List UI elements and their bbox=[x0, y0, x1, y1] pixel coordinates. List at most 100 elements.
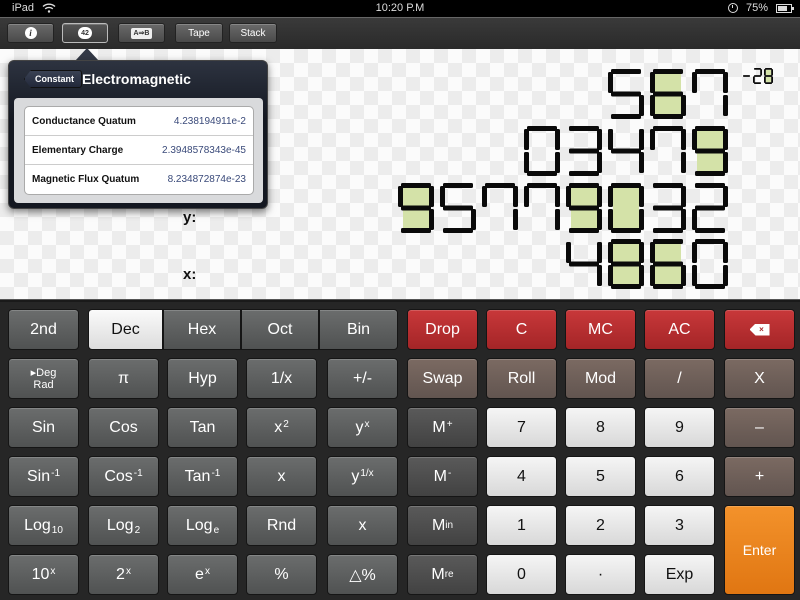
battery-fill bbox=[778, 5, 787, 11]
status-bar: iPad 10:20 P.M 75% bbox=[0, 0, 800, 17]
segment-c bbox=[471, 209, 476, 230]
digit-7-key[interactable]: 7 bbox=[486, 407, 557, 448]
digit-highlight bbox=[613, 188, 639, 228]
tan-key[interactable]: Tan bbox=[167, 407, 238, 448]
arctan-key[interactable]: Tan -1 bbox=[167, 456, 238, 497]
ln-key[interactable]: Log e bbox=[167, 505, 238, 546]
backspace-key[interactable]: × bbox=[724, 309, 795, 350]
hex-mode-key[interactable]: Hex bbox=[163, 309, 241, 350]
memory-plus-key[interactable]: M + bbox=[407, 407, 478, 448]
log10-key[interactable]: Log 10 bbox=[8, 505, 79, 546]
two-power-key[interactable]: 2x bbox=[88, 554, 159, 595]
segment-c bbox=[597, 152, 602, 173]
constant-row[interactable]: Magnetic Flux Quatum 8.234872874e-23 bbox=[25, 165, 253, 194]
x-key[interactable]: x bbox=[246, 456, 317, 497]
segment-b bbox=[555, 129, 560, 150]
exponent-entry-key[interactable]: Exp bbox=[644, 554, 715, 595]
enter-key[interactable]: Enter bbox=[724, 505, 795, 595]
memory-minus-key[interactable]: M- bbox=[407, 456, 478, 497]
stack-button[interactable]: Stack bbox=[229, 23, 277, 43]
segment-g bbox=[695, 148, 725, 154]
clear-key[interactable]: C bbox=[486, 309, 557, 350]
segment-c bbox=[681, 152, 686, 173]
constant-name: Elementary Charge bbox=[32, 144, 124, 156]
memory-in-key[interactable]: Min bbox=[407, 505, 478, 546]
segment-d bbox=[653, 284, 683, 289]
constants-button[interactable]: 42 bbox=[62, 23, 108, 43]
constant-name: Magnetic Flux Quatum bbox=[32, 174, 140, 185]
reciprocal-key[interactable]: 1/x bbox=[246, 358, 317, 399]
multiply-key[interactable]: X bbox=[724, 358, 795, 399]
memory-recall-key[interactable]: Mre bbox=[407, 554, 478, 595]
back-to-constant-button[interactable]: Constant bbox=[24, 70, 82, 88]
ten-power-key[interactable]: 10 x bbox=[8, 554, 79, 595]
segment-d bbox=[695, 171, 725, 176]
digit-6-key[interactable]: 6 bbox=[644, 456, 715, 497]
all-clear-key[interactable]: AC bbox=[644, 309, 715, 350]
arccos-key[interactable]: Cos -1 bbox=[88, 456, 159, 497]
digit-2-key[interactable]: 2 bbox=[565, 505, 636, 546]
oct-mode-key[interactable]: Oct bbox=[241, 309, 319, 350]
segment-d bbox=[754, 82, 761, 84]
second-function-key[interactable]: 2nd bbox=[8, 309, 79, 350]
segment-d bbox=[695, 284, 725, 289]
segment-d bbox=[765, 82, 772, 84]
segment-b bbox=[639, 242, 644, 263]
pi-key[interactable]: π bbox=[88, 358, 159, 399]
log2-key[interactable]: Log 2 bbox=[88, 505, 159, 546]
backspace-icon: × bbox=[749, 323, 770, 336]
deg-rad-toggle-key[interactable]: ▸Deg Rad bbox=[8, 358, 79, 399]
divide-key[interactable]: / bbox=[644, 358, 715, 399]
add-key[interactable]: + bbox=[724, 456, 795, 497]
arccos-exponent: -1 bbox=[133, 468, 143, 479]
root-key[interactable]: y 1/x bbox=[327, 456, 398, 497]
swap-key[interactable]: Swap bbox=[407, 358, 478, 399]
bin-mode-key[interactable]: Bin bbox=[319, 309, 398, 350]
mod-key[interactable]: Mod bbox=[565, 358, 636, 399]
segment-c bbox=[639, 265, 644, 286]
digit-0-key[interactable]: 0 bbox=[486, 554, 557, 595]
memory-clear-key[interactable]: MC bbox=[565, 309, 636, 350]
x-function-key[interactable]: x bbox=[327, 505, 398, 546]
square-key[interactable]: x2 bbox=[246, 407, 317, 448]
lcd-digit bbox=[692, 126, 728, 176]
arcsin-exponent: -1 bbox=[51, 468, 61, 479]
subtract-key[interactable]: – bbox=[724, 407, 795, 448]
exp-power-key[interactable]: ex bbox=[167, 554, 238, 595]
cos-key[interactable]: Cos bbox=[88, 407, 159, 448]
digit-8-key[interactable]: 8 bbox=[565, 407, 636, 448]
two-power-exponent: x bbox=[125, 566, 131, 577]
digit-1-key[interactable]: 1 bbox=[486, 505, 557, 546]
tape-button[interactable]: Tape bbox=[175, 23, 223, 43]
decimal-point-key[interactable]: · bbox=[565, 554, 636, 595]
segment-g bbox=[569, 261, 599, 267]
constant-row[interactable]: Conductance Quatum 4.238194911e-2 bbox=[25, 107, 253, 136]
dec-mode-key[interactable]: Dec bbox=[88, 309, 163, 350]
percent-key[interactable]: % bbox=[246, 554, 317, 595]
random-key[interactable]: Rnd bbox=[246, 505, 317, 546]
segment-f bbox=[692, 242, 697, 263]
digit-4-key[interactable]: 4 bbox=[486, 456, 557, 497]
digit-3-key[interactable]: 3 bbox=[644, 505, 715, 546]
delta-percent-key[interactable]: △% bbox=[327, 554, 398, 595]
segment-c bbox=[723, 265, 728, 286]
constant-row[interactable]: Elementary Charge 2.3948578343e-45 bbox=[25, 136, 253, 165]
sin-key[interactable]: Sin bbox=[8, 407, 79, 448]
convert-button[interactable]: A⇒B bbox=[118, 23, 165, 43]
segment-c bbox=[681, 209, 686, 230]
arcsin-key[interactable]: Sin -1 bbox=[8, 456, 79, 497]
lcd-digit bbox=[608, 183, 644, 233]
power-key[interactable]: yx bbox=[327, 407, 398, 448]
drop-key[interactable]: Drop bbox=[407, 309, 478, 350]
info-button[interactable]: i bbox=[7, 23, 54, 43]
digit-9-key[interactable]: 9 bbox=[644, 407, 715, 448]
digit-5-key[interactable]: 5 bbox=[565, 456, 636, 497]
constants-popover: Constant Electromagnetic Conductance Qua… bbox=[8, 60, 268, 209]
negate-key[interactable]: +/- bbox=[327, 358, 398, 399]
hyp-key[interactable]: Hyp bbox=[167, 358, 238, 399]
roll-key[interactable]: Roll bbox=[486, 358, 557, 399]
segment-a bbox=[695, 183, 725, 188]
segment-b bbox=[429, 186, 434, 207]
segment-f bbox=[608, 72, 613, 93]
segment-c bbox=[429, 209, 434, 230]
